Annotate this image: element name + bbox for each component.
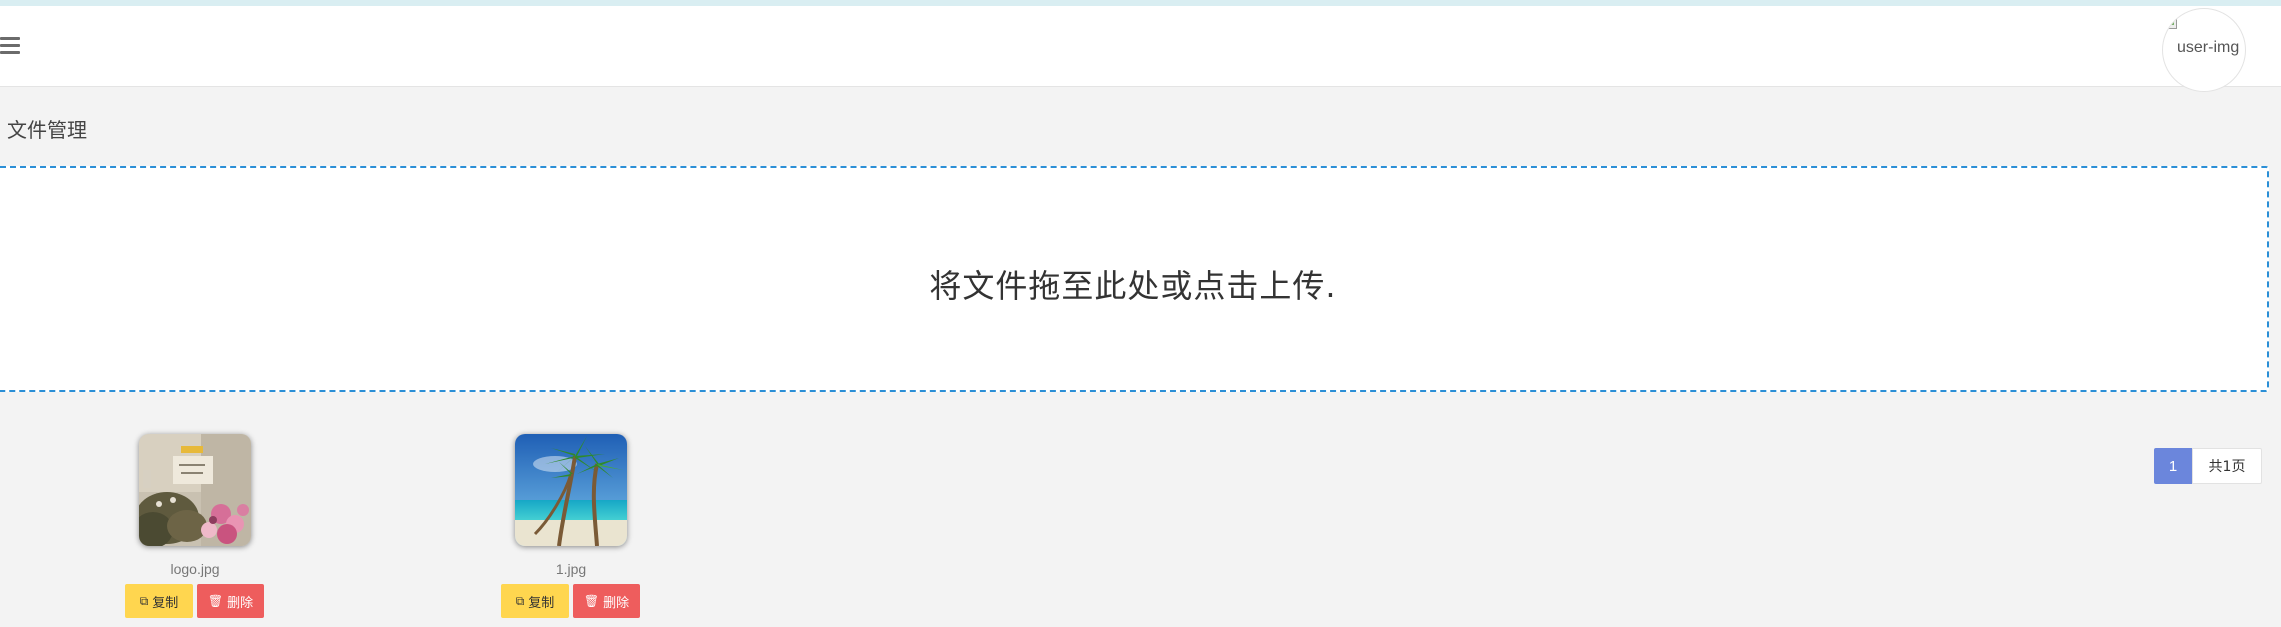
broken-image-icon xyxy=(2164,15,2177,29)
trash-icon: 🗑 xyxy=(207,594,224,608)
trash-icon: 🗑 xyxy=(583,594,600,608)
file-thumbnail[interactable] xyxy=(515,434,627,546)
copy-icon: ⧉ xyxy=(139,594,149,608)
delete-button[interactable]: 🗑 删除 xyxy=(197,584,264,618)
top-header: user-img xyxy=(0,6,2281,92)
pagination: 1 共1页 xyxy=(2154,448,2262,484)
file-name: 1.jpg xyxy=(555,561,587,577)
copy-button-label: 复制 xyxy=(528,595,555,611)
delete-button-label: 删除 xyxy=(227,595,254,611)
file-name: logo.jpg xyxy=(170,561,220,577)
file-upload-dropzone[interactable]: 将文件拖至此处或点击上传. xyxy=(0,166,2269,392)
dropzone-message: 将文件拖至此处或点击上传. xyxy=(929,267,1337,305)
copy-button[interactable]: ⧉ 复制 xyxy=(501,584,569,618)
file-thumbnail[interactable] xyxy=(139,434,251,546)
hamburger-menu-icon[interactable] xyxy=(0,37,20,55)
user-avatar[interactable]: user-img xyxy=(2162,8,2246,92)
avatar-alt-text: user-img xyxy=(2177,39,2240,56)
copy-button[interactable]: ⧉ 复制 xyxy=(125,584,193,618)
delete-button-label: 删除 xyxy=(603,595,630,611)
copy-icon: ⧉ xyxy=(515,594,525,608)
page-title: 文件管理 xyxy=(7,118,87,142)
page-button-current[interactable]: 1 xyxy=(2154,448,2192,484)
delete-button[interactable]: 🗑 删除 xyxy=(573,584,640,618)
copy-button-label: 复制 xyxy=(152,595,179,611)
page-total-label: 共1页 xyxy=(2192,448,2262,484)
